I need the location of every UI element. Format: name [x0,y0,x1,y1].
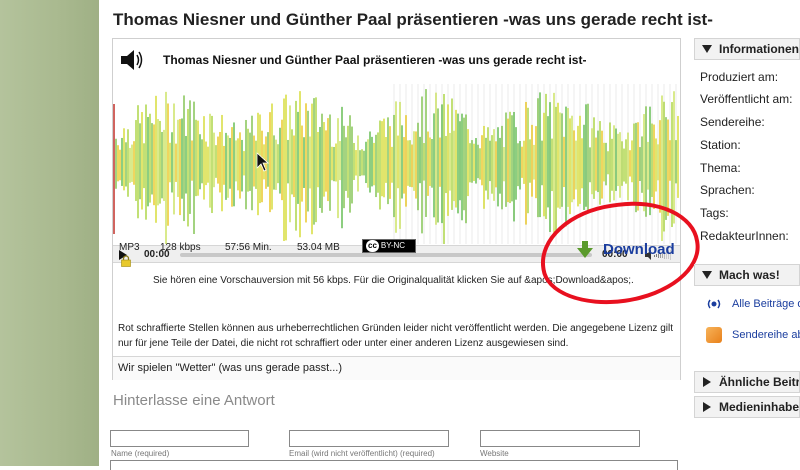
bitrate: 128 kbps [160,242,201,253]
info-item: Sendereihe: [700,115,765,129]
sidebar-media-title: Medieninhaber [719,400,800,414]
now-playing-text: Wir spielen "Wetter" (was uns gerade pas… [113,356,680,380]
email-field[interactable] [289,430,449,447]
sidebar-mach-header[interactable]: Mach was! [694,264,800,286]
comment-textarea[interactable] [110,460,678,470]
player-title: Thomas Niesner und Günther Paal präsenti… [163,53,587,67]
collapse-icon [702,45,712,53]
lock-icon [121,255,131,267]
mouse-cursor-icon [256,152,270,172]
info-item: Station: [700,138,741,152]
sidebar-info-title: Informationen [719,42,799,56]
sidebar-mach-title: Mach was! [719,268,780,282]
license-text: BY-NC [380,241,406,250]
cc-icon: cc [366,240,379,252]
seek-bar[interactable] [180,253,592,257]
expand-icon [703,402,711,412]
website-label: Website [480,449,509,458]
email-label: Email (wird nicht veröffentlicht) (requi… [289,449,435,458]
page-title: Thomas Niesner und Günther Paal präsenti… [113,10,713,29]
expand-icon [703,377,711,387]
sidebar-media-header[interactable]: Medieninhaber [694,396,800,418]
info-item: Sprachen: [700,183,755,197]
link-series-subscribe[interactable]: Sendereihe ab [732,329,800,341]
format: MP3 [119,242,140,253]
rss-icon [706,327,722,343]
reply-heading: Hinterlasse eine Antwort [113,392,275,409]
name-field[interactable] [110,430,249,447]
page-background-strip [0,0,99,466]
info-item: RedakteurInnen: [700,229,789,243]
sidebar-info-header[interactable]: Informationen [694,38,800,60]
sidebar-similar-title: Ähnliche Beiträ [719,375,800,389]
website-field[interactable] [480,430,640,447]
sidebar-similar-header[interactable]: Ähnliche Beiträ [694,371,800,393]
player-header: Thomas Niesner und Günther Paal präsenti… [113,39,680,84]
broadcast-icon [707,299,721,309]
info-item: Produziert am: [700,70,779,84]
info-item: Tags: [700,206,729,220]
preview-note: Sie hören eine Vorschauversion mit 56 kb… [153,275,634,286]
info-item: Veröffentlicht am: [700,92,793,106]
license-badge[interactable]: cc BY-NC [362,239,416,253]
filesize: 53.04 MB [297,242,340,253]
collapse-icon [702,271,712,279]
speaker-icon [121,50,143,70]
name-label: Name (required) [111,449,170,458]
waveform[interactable] [113,84,680,244]
download-arrow-icon [577,241,593,258]
info-item: Thema: [700,161,741,175]
link-all-posts[interactable]: Alle Beiträge o [732,298,800,310]
duration: 57:56 Min. [225,242,272,253]
download-label: Download [603,241,675,258]
copyright-note: Rot schraffierte Stellen können aus urhe… [118,323,673,349]
audio-player: Thomas Niesner und Günther Paal präsenti… [112,38,681,380]
